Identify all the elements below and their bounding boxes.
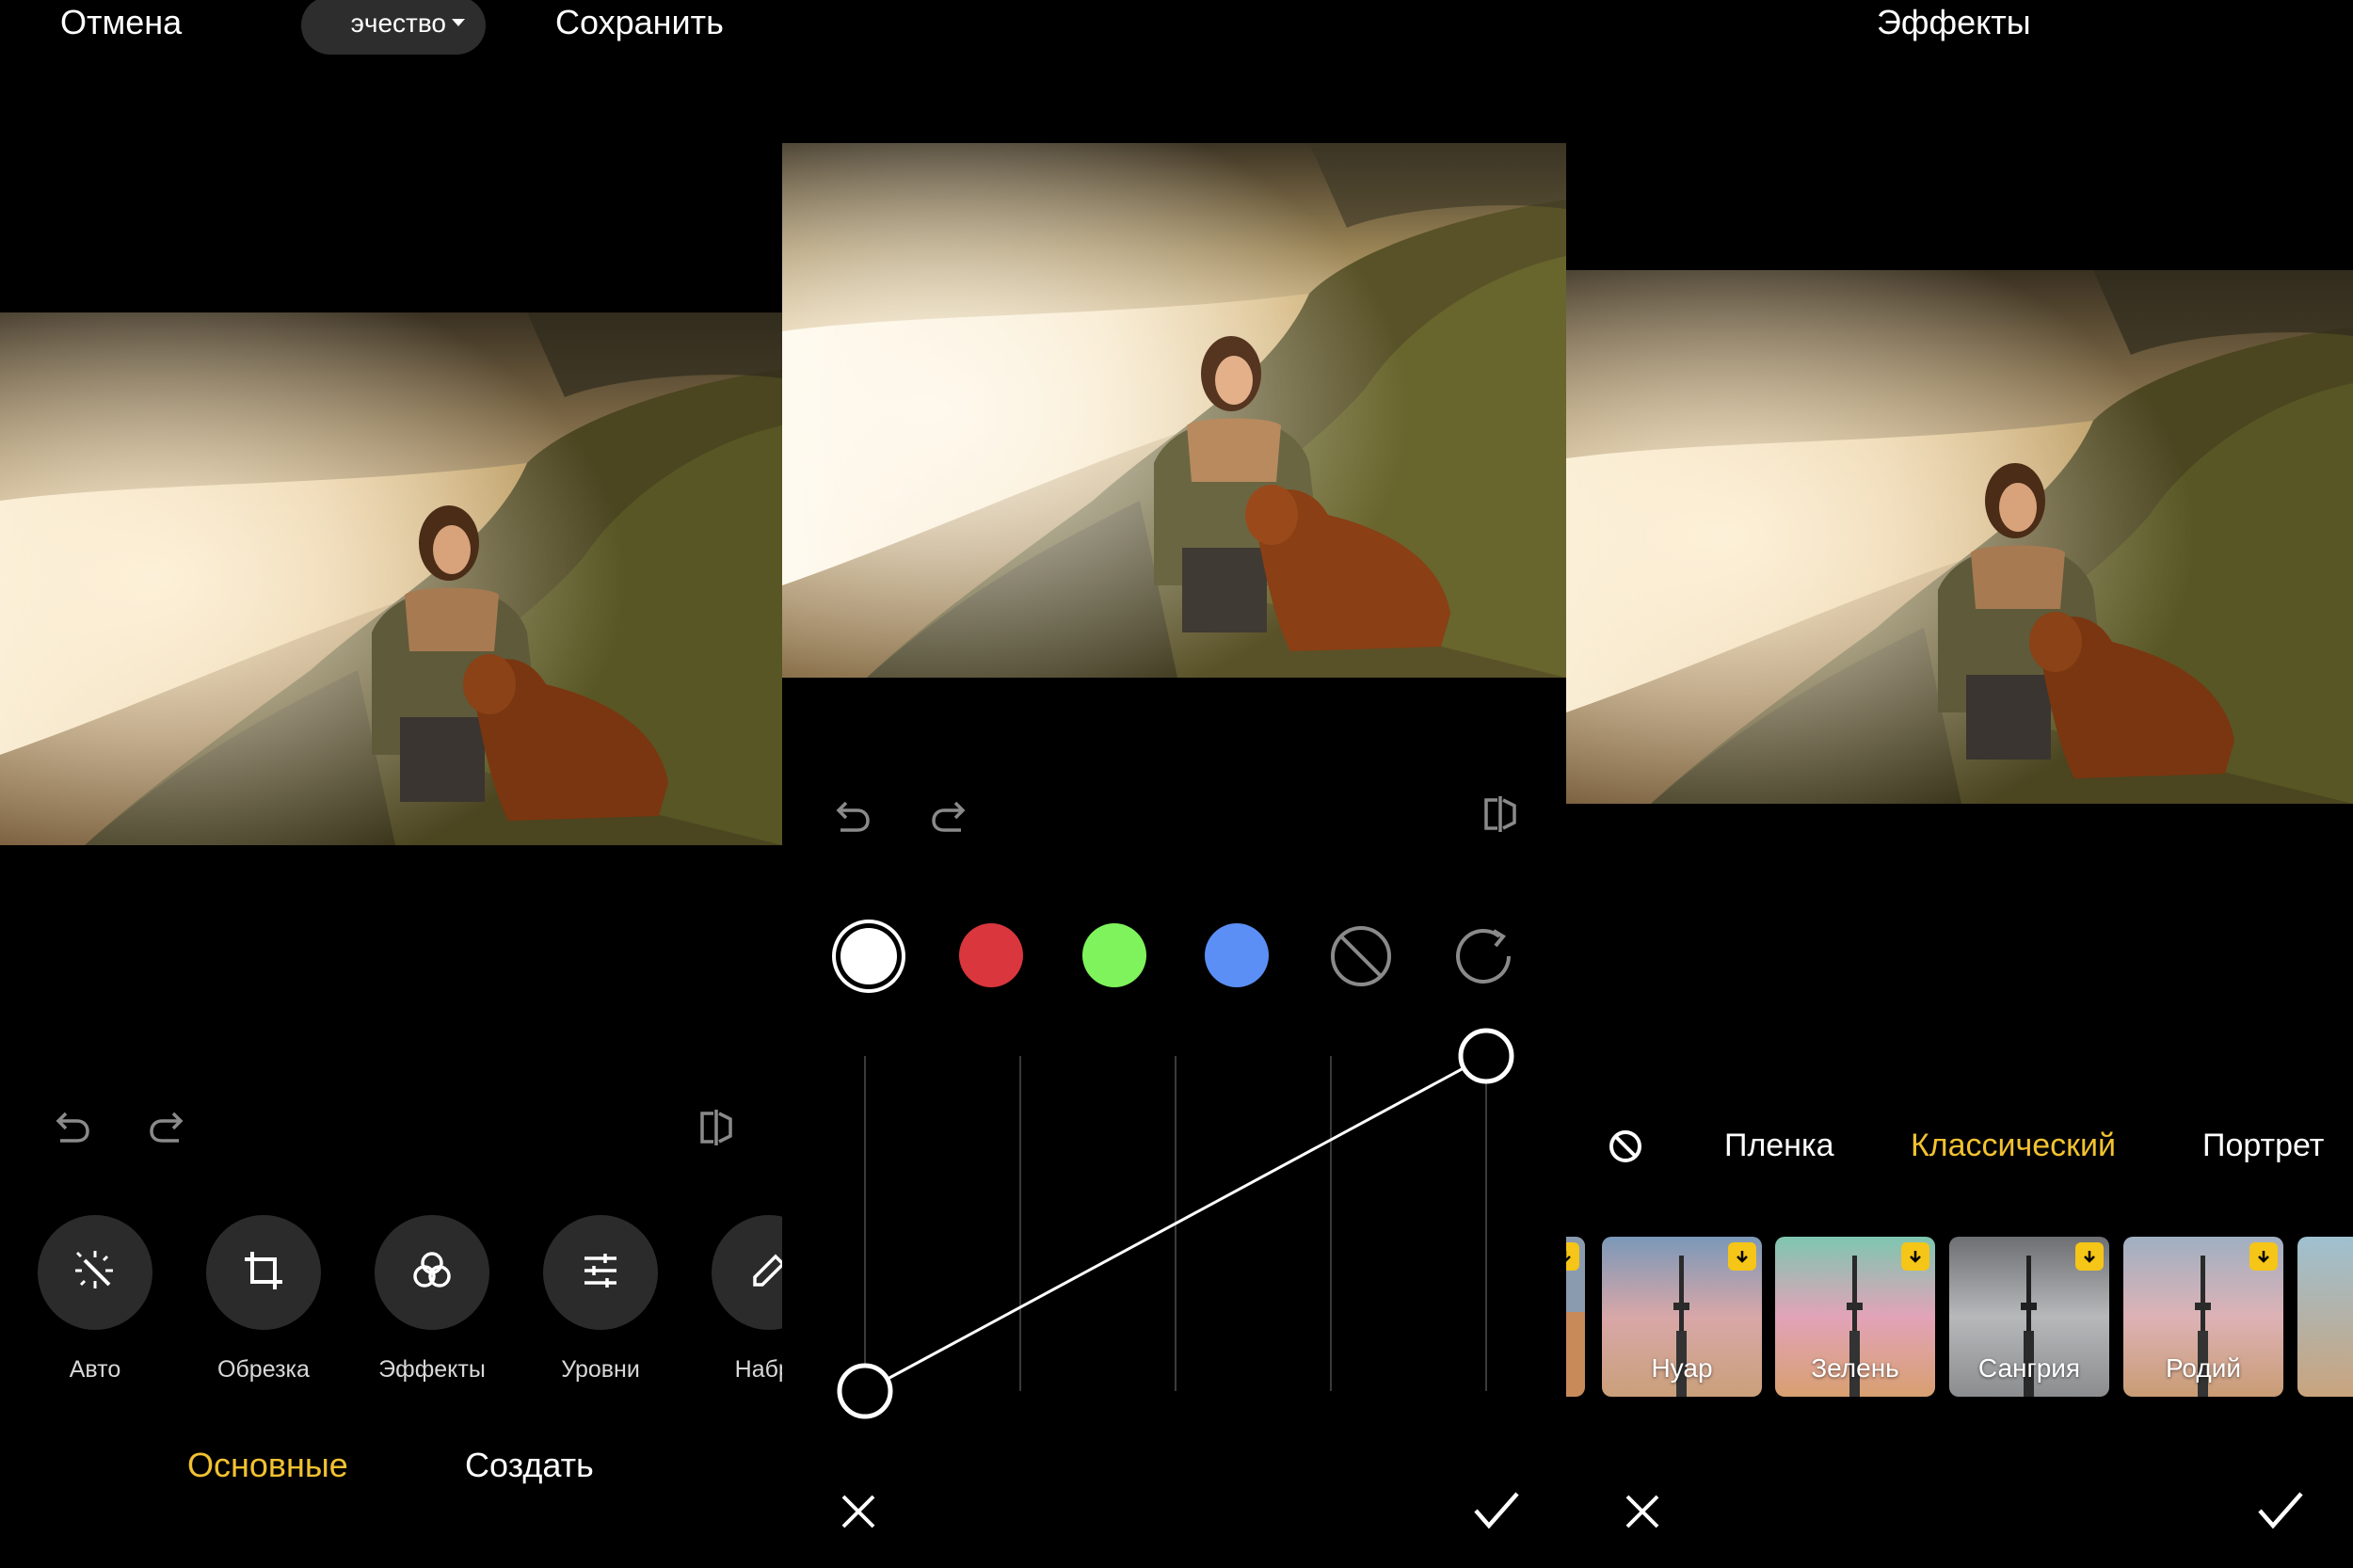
quality-label: эчество	[350, 8, 446, 38]
filter-label: Нуар	[1651, 1353, 1713, 1383]
page-title: Эффекты	[1877, 3, 2031, 41]
filter-thumbnail-rhodium[interactable]: Родий	[2123, 1237, 2283, 1397]
compare-icon[interactable]	[1479, 792, 1522, 836]
filter-thumbnail[interactable]	[1566, 1237, 1585, 1397]
draw-icon	[747, 1249, 782, 1297]
redo-icon[interactable]	[147, 1106, 186, 1145]
quality-dropdown[interactable]: эчество	[301, 0, 486, 55]
download-icon	[1901, 1242, 1929, 1271]
magic-wand-icon	[72, 1247, 119, 1299]
filter-label: Сангрия	[1977, 1353, 2081, 1383]
download-icon	[1566, 1242, 1579, 1271]
confirm-icon[interactable]	[2256, 1490, 2305, 1531]
download-icon	[2249, 1242, 2278, 1271]
reset-icon[interactable]	[1450, 923, 1516, 989]
tool-label: Эффекты	[378, 1356, 486, 1383]
tool-draw[interactable]: Набрс	[712, 1215, 782, 1384]
redo-icon[interactable]	[929, 795, 968, 835]
close-icon[interactable]	[839, 1492, 878, 1531]
photo-preview	[782, 143, 1566, 678]
no-filter-icon[interactable]	[1608, 1128, 1643, 1164]
tab-basic[interactable]: Основные	[187, 1446, 348, 1485]
cancel-button[interactable]: Отмена	[60, 0, 182, 45]
confirm-icon[interactable]	[1472, 1490, 1521, 1531]
photo-preview	[1566, 270, 2353, 804]
crop-icon	[241, 1248, 286, 1298]
editor-main-panel: Отмена эчество Сохранить Авто Обрезка Эф…	[0, 0, 782, 1568]
levels-icon	[579, 1249, 622, 1297]
curves-panel	[782, 0, 1566, 1568]
chevron-down-icon	[452, 19, 465, 26]
compare-icon[interactable]	[695, 1106, 738, 1149]
undo-icon[interactable]	[53, 1106, 92, 1145]
tool-label: Обрезка	[217, 1356, 310, 1383]
curve-editor[interactable]	[782, 1026, 1566, 1421]
category-portrait[interactable]: Портрет	[2202, 1128, 2324, 1164]
download-icon	[2075, 1242, 2104, 1271]
tool-crop[interactable]: Обрезка	[206, 1215, 321, 1384]
filter-thumbnail-sangria[interactable]: Сангрия	[1949, 1237, 2109, 1397]
undo-icon[interactable]	[833, 795, 872, 835]
swatch-green[interactable]	[1082, 923, 1146, 987]
tool-label: Набрс	[734, 1356, 782, 1383]
filter-thumbnail[interactable]	[2297, 1237, 2353, 1397]
tool-levels[interactable]: Уровни	[543, 1215, 658, 1384]
tool-auto[interactable]: Авто	[38, 1215, 152, 1384]
effects-icon	[408, 1247, 456, 1299]
filter-thumbnail-greens[interactable]: Зелень	[1775, 1237, 1935, 1397]
effects-panel: Эффекты Пленка Классический Портрет Нуар…	[1566, 0, 2353, 1568]
curve-handle-start[interactable]	[837, 1363, 893, 1419]
download-icon	[1728, 1242, 1756, 1271]
filter-thumbnail-noir[interactable]: Нуар	[1602, 1237, 1762, 1397]
filter-label: Родий	[2165, 1353, 2242, 1383]
tab-create[interactable]: Создать	[465, 1446, 594, 1485]
close-icon[interactable]	[1623, 1492, 1662, 1531]
curve-handle-end[interactable]	[1458, 1028, 1514, 1084]
swatch-blue[interactable]	[1205, 923, 1269, 987]
swatch-red[interactable]	[959, 923, 1023, 987]
swatch-white[interactable]	[840, 928, 897, 984]
filter-label: Зелень	[1811, 1353, 1899, 1383]
tool-label: Уровни	[561, 1356, 640, 1383]
save-button[interactable]: Сохранить	[555, 0, 724, 45]
disable-icon[interactable]	[1328, 923, 1394, 989]
photo-preview	[0, 312, 782, 845]
category-classic[interactable]: Классический	[1911, 1128, 2116, 1164]
tool-label: Авто	[69, 1356, 121, 1383]
category-film[interactable]: Пленка	[1724, 1128, 1834, 1164]
tool-effects[interactable]: Эффекты	[375, 1215, 489, 1384]
